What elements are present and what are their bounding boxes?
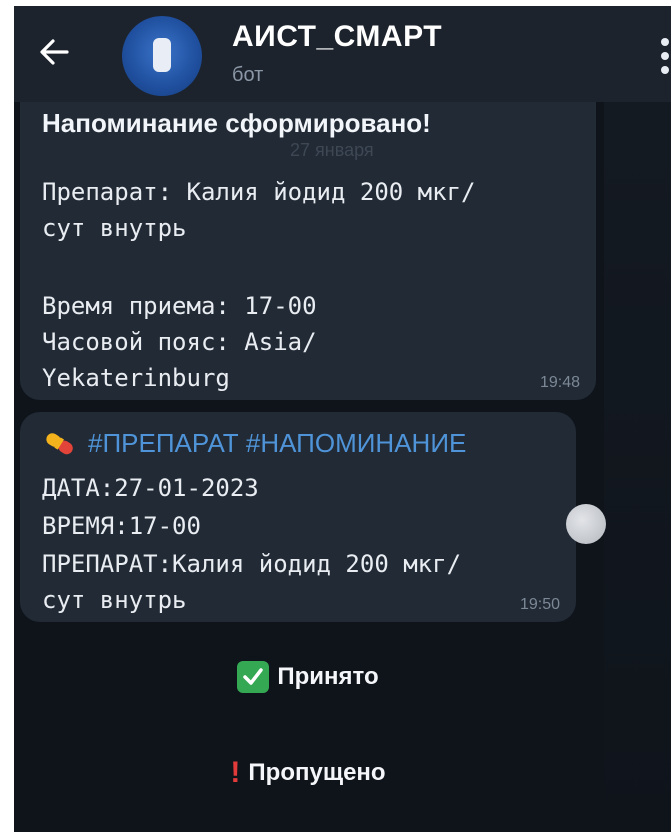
back-button[interactable] [34, 32, 74, 72]
message-line: сут внутрь [42, 586, 187, 614]
message-line: Время приема: 17-00 [42, 292, 317, 320]
accepted-button[interactable]: Принято [20, 638, 596, 716]
check-box-icon [237, 661, 270, 693]
message-time: 19:48 [539, 374, 580, 391]
message-line: Препарат: Калия йодид 200 мкг/ [42, 178, 476, 206]
message-line: ДАТА:27-01-2023 [42, 474, 259, 502]
message-line: ПРЕПАРАТ:Калия йодид 200 мкг/ [42, 550, 462, 578]
message-line: Yekaterinburg [42, 364, 230, 392]
chat-title[interactable]: АИСТ_СМАРТ [232, 20, 442, 54]
message-bubble-reminder[interactable]: Напоминание сформировано! 27 января Преп… [20, 102, 596, 400]
pill-icon [46, 432, 73, 454]
missed-label: Пропущено [248, 759, 386, 786]
message-bubble-tags[interactable]: #ПРЕПАРАТ #НАПОМИНАНИЕ ДАТА:27-01-2023 В… [20, 412, 576, 622]
message-line: ВРЕМЯ:17-00 [42, 512, 201, 540]
chat-subtitle: бот [232, 64, 264, 86]
arrow-left-icon [40, 39, 69, 65]
hashtag-row: #ПРЕПАРАТ #НАПОМИНАНИЕ [42, 428, 466, 459]
avatar[interactable] [122, 16, 202, 96]
bot-logo-icon [153, 38, 171, 72]
date-chip: 27 января [290, 140, 374, 160]
exclamation-icon: ! [230, 756, 241, 789]
more-vertical-icon-dot [661, 66, 669, 74]
more-vertical-icon-dot [661, 52, 669, 60]
chat-header: АИСТ_СМАРТ бот [14, 6, 671, 102]
chat-wallpaper [604, 102, 671, 832]
hashtags[interactable]: #ПРЕПАРАТ #НАПОМИНАНИЕ [88, 428, 466, 459]
more-menu-button[interactable] [659, 38, 671, 78]
message-line: Часовой пояс: Asia/ [42, 328, 317, 356]
chat-screen: АИСТ_СМАРТ бот Напоминание сформировано!… [14, 6, 671, 832]
message-line: сут внутрь [42, 214, 187, 242]
accepted-label: Принято [277, 663, 379, 690]
scroll-indicator[interactable] [566, 504, 606, 544]
more-vertical-icon [661, 38, 669, 46]
message-heading: Напоминание сформировано! [42, 108, 431, 138]
missed-button[interactable]: ! Пропущено [20, 734, 596, 812]
message-time: 19:50 [519, 596, 560, 613]
